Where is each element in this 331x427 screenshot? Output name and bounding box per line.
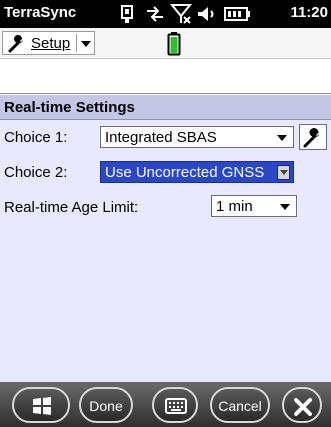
start-button[interactable] [12,387,70,423]
app-title: TerraSync [4,4,77,21]
choice1-settings-button[interactable] [299,124,327,150]
clock[interactable]: 11:20 [290,4,328,21]
close-icon [294,398,312,416]
chevron-down-icon [277,165,290,180]
chevron-down-icon [280,204,290,210]
choice2-dropdown[interactable]: Use Uncorrected GNSS [100,161,294,183]
age-limit-label: Real-time Age Limit: [4,199,139,216]
choice1-value: Integrated SBAS [105,129,217,146]
setup-divider [76,34,77,52]
section-title: Real-time Settings [4,99,135,116]
setup-button[interactable]: Setup [2,31,95,55]
choice2-value: Use Uncorrected GNSS [105,164,265,181]
signal-off-icon[interactable] [170,3,192,25]
chevron-down-icon[interactable] [81,41,91,47]
battery-icon[interactable] [222,3,252,25]
windows-start-icon [33,397,51,415]
phone-signal-icon [121,5,133,23]
done-label: Done [89,398,123,414]
done-button[interactable]: Done [79,387,133,423]
wrench-icon [303,128,320,148]
close-button[interactable] [282,387,322,423]
message-bar [0,60,331,94]
status-bar: TerraSync 11:20 [0,0,331,28]
volume-icon[interactable] [196,3,218,25]
choice1-label: Choice 1: [4,129,68,146]
keyboard-icon [165,398,187,414]
cancel-button[interactable]: Cancel [210,387,270,423]
toolbar: Setup [0,28,331,59]
section-header: Real-time Settings [0,95,331,120]
chevron-down-icon [277,135,287,141]
age-limit-value: 1 min [216,198,253,215]
setup-label: Setup [31,35,71,52]
connectivity-icon[interactable] [144,3,166,25]
battery-green-icon [167,32,181,56]
choice2-label: Choice 2: [4,164,68,181]
keyboard-button[interactable] [152,387,198,423]
choice1-dropdown[interactable]: Integrated SBAS [100,126,294,148]
bottom-bar: Done Cancel [0,382,331,427]
cancel-label: Cancel [218,398,262,414]
age-limit-dropdown[interactable]: 1 min [211,195,297,217]
wrench-icon [8,35,23,53]
